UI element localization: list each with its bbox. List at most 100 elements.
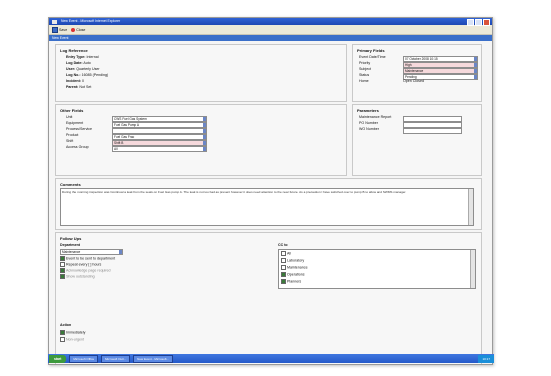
checkbox-icon[interactable] — [60, 256, 65, 261]
log-no-row: Log No.: 16085 (Pending) — [66, 73, 108, 78]
chevron-down-icon[interactable] — [203, 146, 206, 151]
home-radio-group[interactable]: Open Closed — [403, 79, 424, 84]
checkbox-icon[interactable] — [60, 268, 65, 273]
entry-type-value: Internal — [86, 55, 99, 59]
cc-list-scrollbar[interactable] — [470, 250, 475, 288]
parent-row: Parent: Not Set — [66, 85, 91, 90]
cc-item[interactable]: All — [281, 251, 291, 256]
checkbox-icon[interactable] — [60, 330, 65, 335]
product-label: Product — [66, 133, 79, 137]
chevron-down-icon[interactable] — [203, 134, 206, 139]
priority-value: High — [405, 62, 412, 67]
incident-value: 0 — [81, 79, 84, 83]
chevron-down-icon[interactable] — [119, 250, 122, 254]
chevron-down-icon[interactable] — [203, 122, 206, 127]
follow-check-1[interactable]: Repeat every [ ] hours — [60, 262, 101, 267]
log-date-row: Log Date: Auto — [66, 61, 91, 66]
comments-scrollbar[interactable] — [468, 189, 473, 225]
chevron-down-icon[interactable] — [203, 116, 206, 121]
equipment-label: Equipment — [66, 121, 84, 125]
taskbar: start Microsoft Office Microsoft Outl...… — [48, 354, 494, 363]
comments-textarea[interactable]: During the morning inspection was Contin… — [60, 188, 474, 226]
checkbox-icon[interactable] — [60, 262, 65, 267]
comments-heading: Comments — [60, 182, 81, 187]
action-check-1[interactable]: Non-urgent — [60, 337, 84, 342]
status-label: Status — [359, 73, 370, 77]
access-group-label: Access Group — [66, 145, 89, 149]
follow-check-3[interactable]: Show outstanding — [60, 274, 95, 279]
cc-item[interactable]: Maintenance — [281, 265, 308, 270]
access-group-select[interactable]: All — [112, 145, 207, 152]
checkbox-icon[interactable] — [60, 337, 65, 342]
log-reference-heading: Log Reference — [60, 48, 88, 53]
ie-icon — [52, 19, 57, 24]
checkbox-icon[interactable] — [281, 258, 286, 263]
taskbar-item[interactable]: Microsoft Outl... — [101, 354, 131, 363]
follow-check-2[interactable]: Acknowledge page required — [60, 268, 111, 273]
user-row: User: Quarterly User — [66, 67, 100, 72]
save-button[interactable]: Save — [52, 26, 67, 33]
cc-item-label: Planners — [287, 279, 302, 284]
checkbox-icon[interactable] — [281, 251, 286, 256]
home-label: Home — [359, 79, 369, 83]
action-check-0[interactable]: Immediately — [60, 330, 85, 335]
toolbar: Save Close — [49, 25, 492, 35]
comments-text: During the morning inspection was Contin… — [62, 190, 407, 194]
taskbar-item[interactable]: New Event - Microsoft... — [133, 354, 174, 363]
other-fields-panel: Other Fields Unit CWS Fuel Gas System Eq… — [55, 104, 347, 176]
taskbar-item[interactable]: Microsoft Office — [69, 354, 99, 363]
chevron-down-icon[interactable] — [203, 140, 206, 145]
cc-item[interactable]: Planners — [281, 279, 301, 284]
chevron-down-icon[interactable] — [203, 128, 206, 133]
maximize-icon[interactable] — [475, 19, 482, 26]
user-value: Quarterly User — [76, 67, 100, 71]
checkbox-icon[interactable] — [281, 272, 286, 277]
cc-label: CC to — [278, 243, 288, 247]
log-date-value: Auto — [83, 61, 91, 65]
wo-number-input[interactable] — [403, 127, 462, 134]
user-label: User: — [66, 67, 76, 71]
minimize-icon[interactable] — [467, 19, 474, 26]
maintenance-report-label: Maintenance Report — [359, 115, 392, 119]
follow-check-label: Acknowledge page required — [66, 268, 111, 273]
cc-item-label: All — [287, 251, 291, 256]
action-check-label: Immediately — [66, 330, 86, 335]
browser-window: New Event - Microsoft Internet Explorer … — [48, 17, 493, 365]
event-datetime-label: Event Date/Time — [359, 55, 386, 59]
follow-check-0[interactable]: Event to be sent to department — [60, 256, 115, 261]
subject-value: Maintenance — [405, 68, 424, 73]
department-select[interactable]: Maintenance — [60, 249, 123, 255]
close-window-icon[interactable] — [483, 19, 490, 26]
shift-value: Shift B — [114, 140, 124, 145]
start-button[interactable]: start — [49, 354, 67, 363]
home-options[interactable]: Open Closed — [403, 79, 424, 83]
cc-item-label: Laboratory — [287, 258, 305, 263]
entry-type-label: Entry Type: — [66, 55, 86, 59]
cc-item[interactable]: Laboratory — [281, 258, 304, 263]
cc-item[interactable]: Operations — [281, 272, 305, 277]
wo-number-label: WO Number — [359, 127, 379, 131]
priority-label: Priority — [359, 61, 371, 65]
parameters-heading: Parameters — [357, 108, 379, 113]
checkbox-icon[interactable] — [281, 279, 286, 284]
checkbox-icon[interactable] — [60, 274, 65, 279]
cc-item-label: Operations — [287, 272, 305, 277]
cc-item-label: Maintenance — [287, 265, 308, 270]
close-label: Close — [76, 27, 86, 32]
chevron-down-icon[interactable] — [474, 62, 477, 67]
checkbox-icon[interactable] — [281, 265, 286, 270]
unit-label: Unit — [66, 115, 73, 119]
cc-list[interactable]: All Laboratory Maintenance Operations Pl… — [278, 249, 476, 289]
incident-row: Incident: 0 — [66, 79, 84, 84]
calendar-icon[interactable] — [474, 56, 477, 61]
comments-panel: Comments During the morning inspection w… — [55, 178, 482, 230]
log-no-label: Log No.: — [66, 73, 81, 77]
chevron-down-icon[interactable] — [474, 68, 477, 73]
other-fields-heading: Other Fields — [60, 108, 84, 113]
parent-label: Parent: — [66, 85, 79, 89]
unit-value: CWS Fuel Gas System — [114, 116, 147, 121]
close-button[interactable]: Close — [71, 27, 86, 32]
chevron-down-icon[interactable] — [474, 74, 477, 79]
window-titlebar: New Event - Microsoft Internet Explorer — [49, 18, 492, 26]
primary-fields-heading: Primary Fields — [357, 48, 385, 53]
